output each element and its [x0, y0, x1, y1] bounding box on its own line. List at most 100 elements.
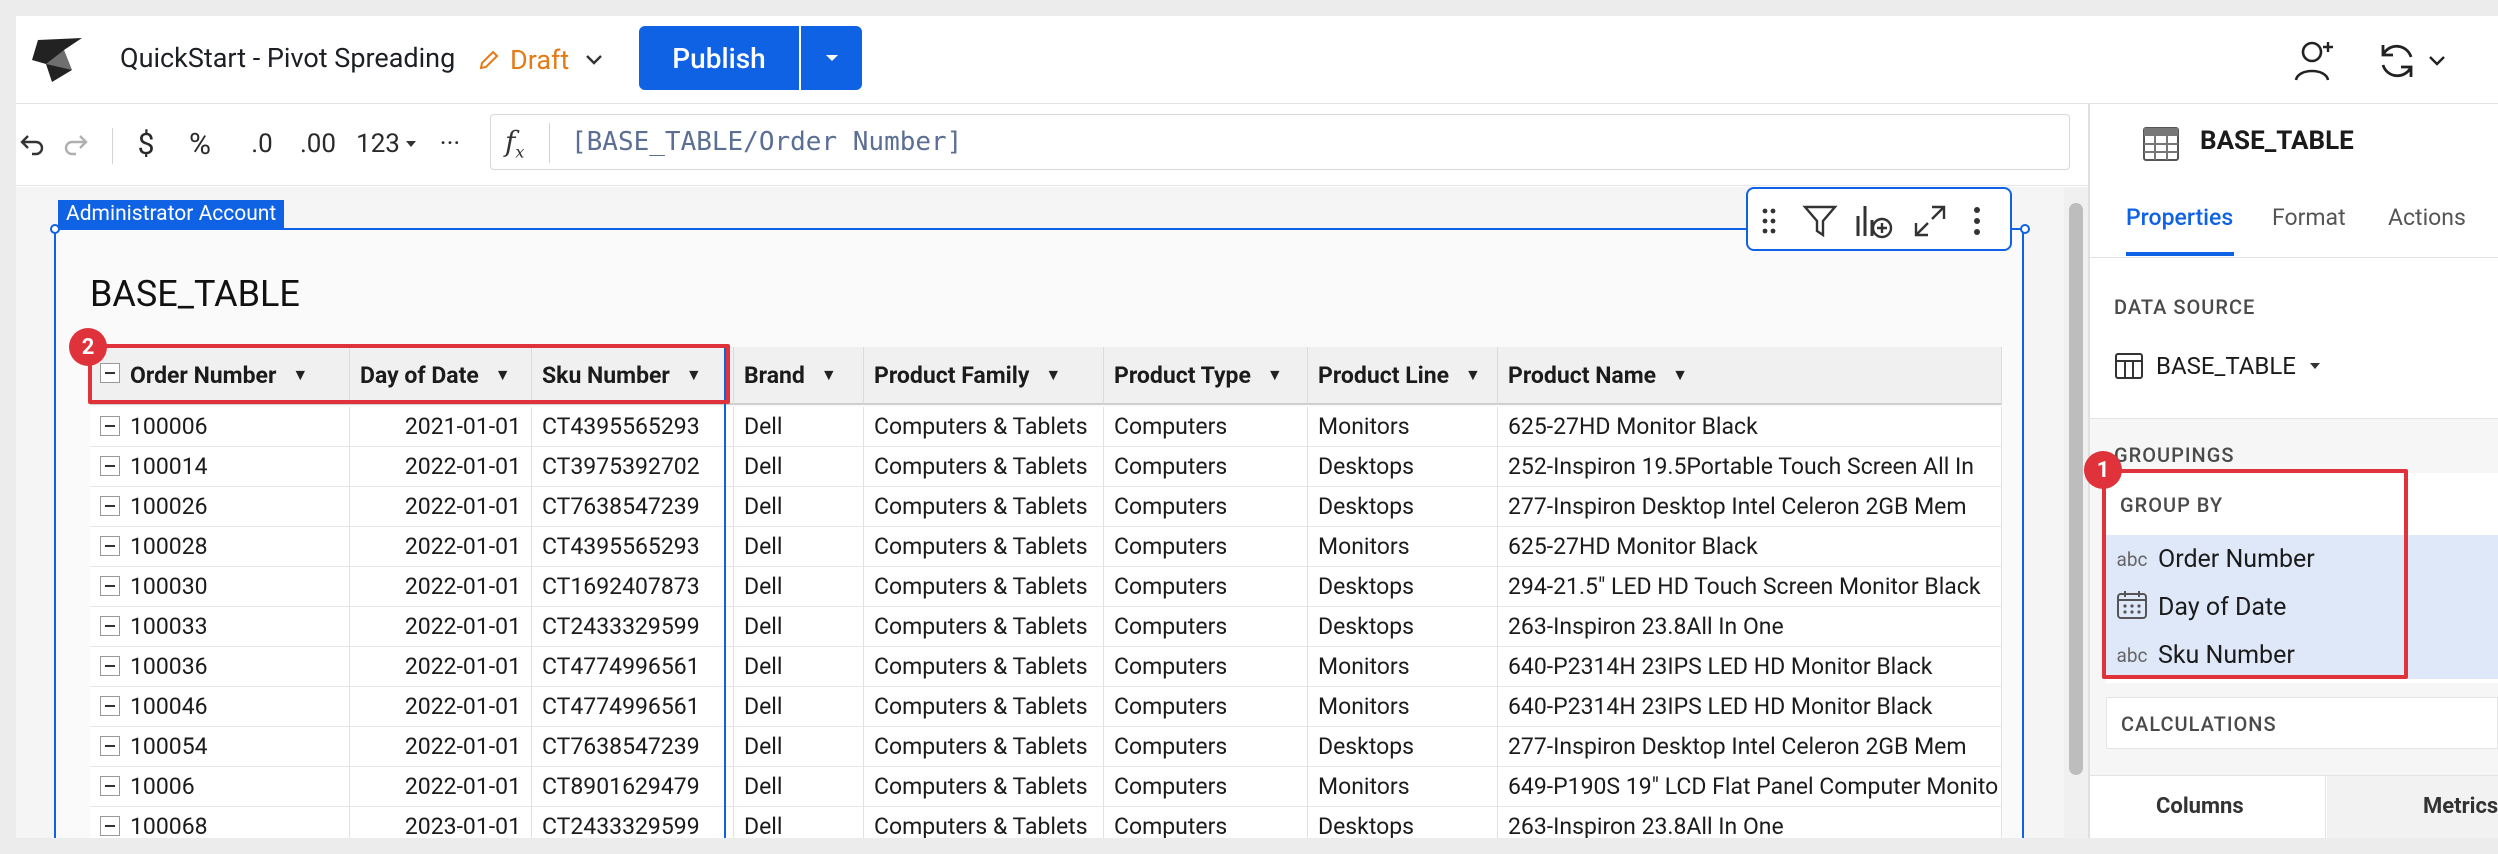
cell-day-of-date[interactable]: 2022-01-01 — [350, 447, 532, 487]
collapse-row-icon[interactable] — [100, 495, 120, 516]
cell-day-of-date[interactable]: 2022-01-01 — [350, 487, 532, 527]
sigma-logo-icon[interactable] — [24, 30, 94, 90]
table-row[interactable]: 100033 2022-01-01 CT2433329599 Dell Computer… — [90, 607, 2002, 647]
cell-order-number[interactable]: 100026 — [90, 487, 350, 527]
caret-down-icon[interactable]: ▼ — [1465, 365, 1481, 385]
cell-product-name[interactable]: 277-Inspiron Desktop Intel Celeron 2GB M… — [1498, 727, 2002, 767]
cell-day-of-date[interactable]: 2022-01-01 — [350, 567, 532, 607]
cell-product-family[interactable]: Computers & Tablets — [864, 687, 1104, 727]
cell-product-name[interactable]: 640-P2314H 23IPS LED HD Monitor Black — [1498, 647, 2002, 687]
cell-day-of-date[interactable]: 2022-01-01 — [350, 687, 532, 727]
publish-options-button[interactable] — [801, 26, 862, 90]
table-title[interactable]: BASE_TABLE — [90, 273, 300, 315]
cell-product-name[interactable]: 263-Inspiron 23.8All In One — [1498, 607, 2002, 647]
collapse-row-icon[interactable] — [100, 735, 120, 756]
cell-day-of-date[interactable]: 2023-01-01 — [350, 807, 532, 838]
scrollbar-thumb[interactable] — [2069, 203, 2083, 775]
cell-order-number[interactable]: 100068 — [90, 807, 350, 838]
cell-sku-number[interactable]: CT8901629479 — [532, 767, 734, 807]
cell-product-type[interactable]: Computers — [1104, 607, 1308, 647]
cell-order-number[interactable]: 10006 — [90, 767, 350, 807]
cell-product-type[interactable]: Computers — [1104, 447, 1308, 487]
cell-product-line[interactable]: Monitors — [1308, 767, 1498, 807]
cell-day-of-date[interactable]: 2022-01-01 — [350, 727, 532, 767]
table-row[interactable]: 100028 2022-01-01 CT4395565293 Dell Computer… — [90, 527, 2002, 567]
cell-order-number[interactable]: 100028 — [90, 527, 350, 567]
cell-product-family[interactable]: Computers & Tablets — [864, 487, 1104, 527]
tab-properties[interactable]: Properties — [2126, 204, 2233, 231]
cell-order-number[interactable]: 100014 — [90, 447, 350, 487]
cell-order-number[interactable]: 100036 — [90, 647, 350, 687]
cell-product-name[interactable]: 625-27HD Monitor Black — [1498, 527, 2002, 567]
cell-product-line[interactable]: Desktops — [1308, 807, 1498, 838]
redo-button[interactable] — [60, 122, 92, 166]
refresh-button[interactable] — [2370, 34, 2424, 88]
column-header-brand[interactable]: Brand ▼ — [734, 347, 864, 405]
cell-brand[interactable]: Dell — [734, 527, 864, 567]
cell-brand[interactable]: Dell — [734, 647, 864, 687]
cell-day-of-date[interactable]: 2022-01-01 — [350, 607, 532, 647]
tab-columns[interactable]: Columns — [2156, 794, 2244, 819]
collapse-row-icon[interactable] — [100, 615, 120, 636]
cell-product-line[interactable]: Desktops — [1308, 567, 1498, 607]
column-header-product-family[interactable]: Product Family ▼ — [864, 347, 1104, 405]
caret-down-icon[interactable]: ▼ — [1267, 365, 1283, 385]
cell-sku-number[interactable]: CT2433329599 — [532, 807, 734, 838]
number-format-dropdown[interactable]: 123 — [352, 122, 422, 166]
undo-button[interactable] — [16, 122, 48, 166]
cell-product-family[interactable]: Computers & Tablets — [864, 407, 1104, 447]
collapse-row-icon[interactable] — [100, 575, 120, 596]
formula-bar[interactable]: fx [BASE_TABLE/Order Number] — [490, 114, 2070, 170]
cell-day-of-date[interactable]: 2022-01-01 — [350, 647, 532, 687]
cell-product-line[interactable]: Desktops — [1308, 727, 1498, 767]
decrease-decimals-button[interactable]: .0 — [242, 122, 282, 166]
caret-down-icon[interactable]: ▼ — [1672, 365, 1688, 385]
cell-day-of-date[interactable]: 2022-01-01 — [350, 527, 532, 567]
cell-product-family[interactable]: Computers & Tablets — [864, 727, 1104, 767]
column-header-product-name[interactable]: Product Name ▼ — [1498, 347, 2002, 405]
tab-metrics[interactable]: Metrics — [2423, 794, 2498, 819]
cell-order-number[interactable]: 100033 — [90, 607, 350, 647]
cell-product-name[interactable]: 294-21.5" LED HD Touch Screen Monitor Bl… — [1498, 567, 2002, 607]
cell-product-type[interactable]: Computers — [1104, 567, 1308, 607]
table-row[interactable]: 10006 2022-01-01 CT8901629479 Dell Computers… — [90, 767, 2002, 807]
cell-brand[interactable]: Dell — [734, 687, 864, 727]
document-title[interactable]: QuickStart - Pivot Spreading — [120, 42, 455, 74]
cell-day-of-date[interactable]: 2022-01-01 — [350, 767, 532, 807]
cell-order-number[interactable]: 100006 — [90, 407, 350, 447]
table-row[interactable]: 100036 2022-01-01 CT4774996561 Dell Computer… — [90, 647, 2002, 687]
column-header-product-line[interactable]: Product Line ▼ — [1308, 347, 1498, 405]
cell-sku-number[interactable]: CT2433329599 — [532, 607, 734, 647]
table-row[interactable]: 100030 2022-01-01 CT1692407873 Dell Computer… — [90, 567, 2002, 607]
cell-product-type[interactable]: Computers — [1104, 687, 1308, 727]
cell-product-line[interactable]: Desktops — [1308, 607, 1498, 647]
cell-product-family[interactable]: Computers & Tablets — [864, 767, 1104, 807]
collapse-row-icon[interactable] — [100, 535, 120, 556]
cell-product-family[interactable]: Computers & Tablets — [864, 527, 1104, 567]
cell-sku-number[interactable]: CT4774996561 — [532, 687, 734, 727]
add-chart-button[interactable] — [1852, 199, 1896, 243]
cell-product-family[interactable]: Computers & Tablets — [864, 447, 1104, 487]
tab-actions[interactable]: Actions — [2388, 204, 2466, 231]
more-options-button[interactable]: ··· — [430, 122, 470, 166]
cell-product-name[interactable]: 252-Inspiron 19.5Portable Touch Screen A… — [1498, 447, 2002, 487]
table-row[interactable]: 100054 2022-01-01 CT7638547239 Dell Computer… — [90, 727, 2002, 767]
cell-product-family[interactable]: Computers & Tablets — [864, 607, 1104, 647]
formula-expression[interactable]: [BASE_TABLE/Order Number] — [571, 127, 962, 157]
cell-brand[interactable]: Dell — [734, 447, 864, 487]
collapse-row-icon[interactable] — [100, 455, 120, 476]
cell-product-line[interactable]: Desktops — [1308, 447, 1498, 487]
collapse-row-icon[interactable] — [100, 695, 120, 716]
cell-product-family[interactable]: Computers & Tablets — [864, 647, 1104, 687]
collapse-row-icon[interactable] — [100, 655, 120, 676]
collapse-row-icon[interactable] — [100, 775, 120, 796]
cell-product-line[interactable]: Monitors — [1308, 647, 1498, 687]
cell-brand[interactable]: Dell — [734, 567, 864, 607]
increase-decimals-button[interactable]: .00 — [292, 122, 344, 166]
cell-brand[interactable]: Dell — [734, 607, 864, 647]
drag-handle[interactable] — [1756, 199, 1782, 243]
cell-sku-number[interactable]: CT7638547239 — [532, 487, 734, 527]
table-row[interactable]: 100014 2022-01-01 CT3975392702 Dell Computer… — [90, 447, 2002, 487]
cell-product-name[interactable]: 263-Inspiron 23.8All In One — [1498, 807, 2002, 838]
publish-button[interactable]: Publish — [639, 26, 799, 90]
